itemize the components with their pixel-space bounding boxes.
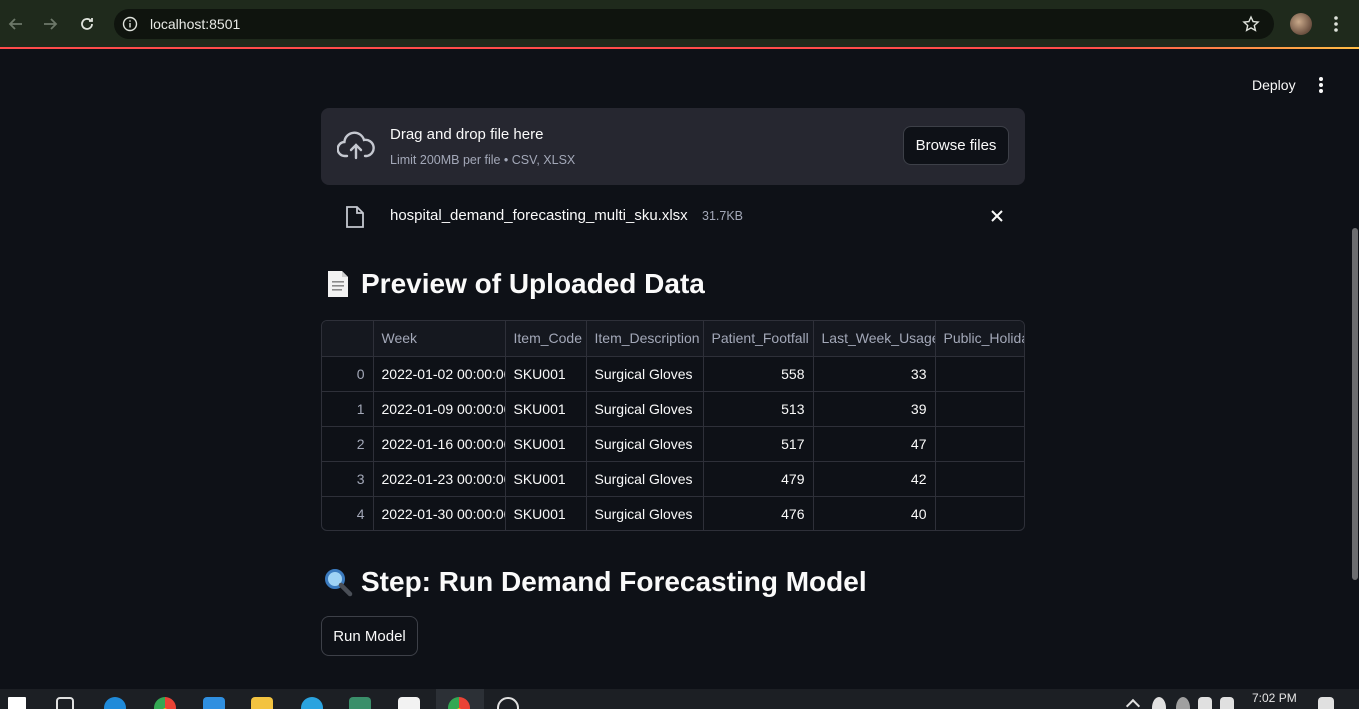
- row-index[interactable]: 3: [322, 461, 374, 497]
- cell-item-description[interactable]: Surgical Gloves: [586, 461, 704, 497]
- chrome-browser-icon[interactable]: [154, 697, 176, 709]
- dropzone-title: Drag and drop file here: [390, 126, 544, 143]
- cell-item-description[interactable]: Surgical Gloves: [586, 391, 704, 427]
- table-row: 2 2022-01-16 00:00:00 SKU001 Surgical Gl…: [322, 426, 1024, 462]
- table-row: 3 2022-01-23 00:00:00 SKU001 Surgical Gl…: [322, 461, 1024, 497]
- column-header-item-code[interactable]: Item_Code: [505, 321, 587, 357]
- uploaded-file-size: 31.7KB: [702, 209, 744, 223]
- cell-patient-footfall[interactable]: 513: [703, 391, 814, 427]
- windows-start-icon[interactable]: [8, 697, 26, 709]
- document-app-icon[interactable]: [398, 697, 420, 709]
- table-row: 1 2022-01-09 00:00:00 SKU001 Surgical Gl…: [322, 391, 1024, 427]
- step-heading: Step: Run Demand Forecasting Model: [323, 566, 867, 598]
- cell-public-holiday[interactable]: [935, 496, 1024, 530]
- reload-icon[interactable]: [75, 12, 99, 36]
- telegram-icon[interactable]: [301, 697, 323, 709]
- table-row: 0 2022-01-02 00:00:00 SKU001 Surgical Gl…: [322, 356, 1024, 392]
- bookmark-star-icon[interactable]: [1242, 15, 1260, 33]
- cell-item-description[interactable]: Surgical Gloves: [586, 426, 704, 462]
- wifi-icon[interactable]: [1152, 697, 1166, 709]
- vertical-dots-icon[interactable]: [1312, 74, 1330, 96]
- data-preview-table[interactable]: Week Item_Code Item_Description Patient_…: [321, 320, 1025, 531]
- row-index[interactable]: 1: [322, 391, 374, 427]
- file-icon: [345, 205, 365, 229]
- magnifier-icon: [323, 567, 353, 597]
- row-index[interactable]: 4: [322, 496, 374, 530]
- vscode-icon[interactable]: [203, 697, 225, 709]
- cell-patient-footfall[interactable]: 479: [703, 461, 814, 497]
- cell-item-code[interactable]: SKU001: [505, 391, 587, 427]
- deploy-button[interactable]: Deploy: [1240, 74, 1308, 96]
- cell-item-code[interactable]: SKU001: [505, 356, 587, 392]
- cell-item-description[interactable]: Surgical Gloves: [586, 496, 704, 530]
- cell-patient-footfall[interactable]: 476: [703, 496, 814, 530]
- preview-heading: Preview of Uploaded Data: [323, 268, 705, 300]
- cell-week[interactable]: 2022-01-16 00:00:00: [373, 426, 506, 462]
- cell-item-description[interactable]: Surgical Gloves: [586, 356, 704, 392]
- cloud-upload-icon: [336, 130, 375, 162]
- column-header-patient-footfall[interactable]: Patient_Footfall: [703, 321, 814, 357]
- cell-item-code[interactable]: SKU001: [505, 496, 587, 530]
- row-index[interactable]: 2: [322, 426, 374, 462]
- battery-icon[interactable]: [1198, 697, 1212, 709]
- cell-patient-footfall[interactable]: 517: [703, 426, 814, 462]
- uploaded-file-name: hospital_demand_forecasting_multi_sku.xl…: [390, 207, 688, 224]
- notifications-icon[interactable]: [1318, 697, 1334, 709]
- table-row: 4 2022-01-30 00:00:00 SKU001 Surgical Gl…: [322, 496, 1024, 530]
- cell-week[interactable]: 2022-01-23 00:00:00: [373, 461, 506, 497]
- column-header-week[interactable]: Week: [373, 321, 506, 357]
- address-bar[interactable]: localhost:8501: [114, 9, 1274, 39]
- taskbar-clock[interactable]: 7:02 PM: [1252, 691, 1297, 705]
- task-view-icon[interactable]: [56, 697, 74, 709]
- url-text: localhost:8501: [150, 16, 241, 32]
- cell-last-week-usage[interactable]: 40: [813, 496, 936, 530]
- cell-week[interactable]: 2022-01-30 00:00:00: [373, 496, 506, 530]
- browser-menu-icon[interactable]: [1328, 12, 1344, 36]
- file-dropzone[interactable]: Drag and drop file here Limit 200MB per …: [321, 108, 1025, 185]
- column-header-public-holiday[interactable]: Public_Holiday: [935, 321, 1024, 357]
- app-status-bar: [0, 47, 1359, 49]
- row-index[interactable]: 0: [322, 356, 374, 392]
- app-icon[interactable]: [349, 697, 371, 709]
- uploaded-file-item: hospital_demand_forecasting_multi_sku.xl…: [321, 196, 1025, 236]
- site-info-icon[interactable]: [122, 16, 138, 32]
- cell-week[interactable]: 2022-01-09 00:00:00: [373, 391, 506, 427]
- file-explorer-icon[interactable]: [251, 697, 273, 709]
- profile-avatar[interactable]: [1290, 13, 1312, 35]
- cell-item-code[interactable]: SKU001: [505, 461, 587, 497]
- cell-public-holiday[interactable]: [935, 356, 1024, 392]
- volume-icon[interactable]: [1220, 697, 1234, 709]
- forward-arrow-icon[interactable]: [38, 12, 62, 36]
- run-model-button[interactable]: Run Model: [321, 616, 418, 656]
- os-taskbar: 7:02 PM: [0, 689, 1359, 709]
- column-header-item-description[interactable]: Item_Description: [586, 321, 704, 357]
- cell-public-holiday[interactable]: [935, 391, 1024, 427]
- close-icon[interactable]: [989, 208, 1005, 224]
- column-header-index[interactable]: [322, 321, 374, 357]
- cell-public-holiday[interactable]: [935, 426, 1024, 462]
- back-arrow-icon[interactable]: [4, 12, 28, 36]
- column-header-last-week-usage[interactable]: Last_Week_Usage: [813, 321, 936, 357]
- page-scrollbar-thumb[interactable]: [1352, 228, 1358, 580]
- browse-files-button[interactable]: Browse files: [903, 126, 1009, 165]
- preview-heading-text: Preview of Uploaded Data: [361, 268, 705, 299]
- cell-last-week-usage[interactable]: 33: [813, 356, 936, 392]
- cell-week[interactable]: 2022-01-02 00:00:00: [373, 356, 506, 392]
- cloud-icon[interactable]: [1176, 697, 1190, 709]
- cell-public-holiday[interactable]: [935, 461, 1024, 497]
- clock-app-icon[interactable]: [497, 697, 519, 709]
- browser-toolbar: localhost:8501: [0, 0, 1359, 48]
- page-facing-up-icon: [323, 269, 353, 299]
- edge-browser-icon[interactable]: [104, 697, 126, 709]
- cell-patient-footfall[interactable]: 558: [703, 356, 814, 392]
- chevron-up-icon[interactable]: [1125, 698, 1141, 709]
- cell-last-week-usage[interactable]: 47: [813, 426, 936, 462]
- step-heading-text: Step: Run Demand Forecasting Model: [361, 566, 867, 597]
- cell-last-week-usage[interactable]: 42: [813, 461, 936, 497]
- table-header-row: Week Item_Code Item_Description Patient_…: [322, 321, 1024, 357]
- cell-item-code[interactable]: SKU001: [505, 426, 587, 462]
- dropzone-limit-text: Limit 200MB per file • CSV, XLSX: [390, 153, 576, 167]
- cell-last-week-usage[interactable]: 39: [813, 391, 936, 427]
